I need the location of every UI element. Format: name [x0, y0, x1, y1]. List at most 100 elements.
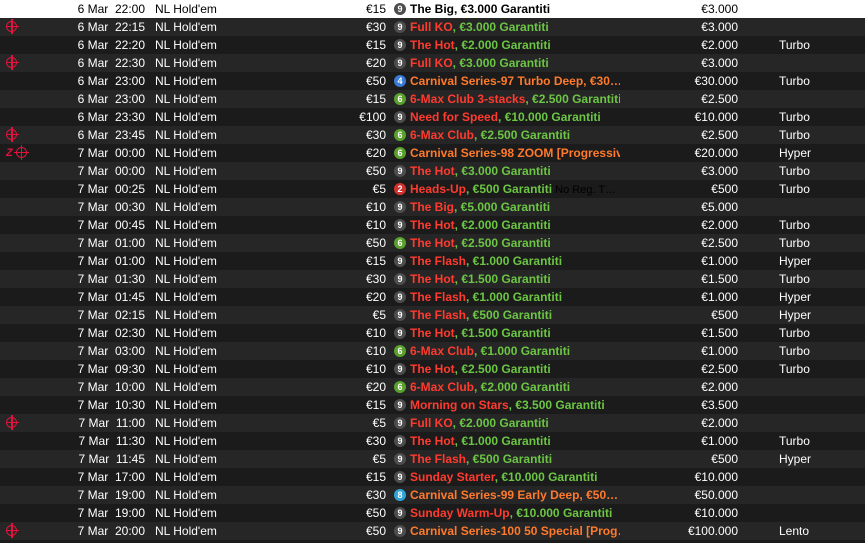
guarantee-text: , €3.000 Garantiti: [452, 56, 549, 70]
speed-type: Turbo: [779, 110, 810, 124]
start-datetime: 7 Mar 03:00: [77, 344, 145, 358]
tournament-name: The Flash, €1.000 Garantiti: [410, 252, 620, 270]
tournament-title: The Hot: [410, 326, 455, 340]
tournament-row[interactable]: 7 Mar 01:45 NL Hold'em €20 9 The Flash, €1.0…: [0, 288, 865, 306]
tournament-title: The Big: [410, 2, 454, 16]
guarantee-text: , €3.000 Garantiti: [454, 2, 551, 16]
speed-type: Turbo: [779, 182, 810, 196]
tournament-name: 6-Max Club, €2.000 Garantiti: [410, 378, 620, 396]
tournament-title: The Flash: [410, 308, 467, 322]
game-type: NL Hold'em: [155, 74, 217, 88]
seats-badge: 9: [394, 453, 406, 465]
tournament-row[interactable]: 7 Mar 03:00 NL Hold'em €10 6 6-Max Club, €1.…: [0, 342, 865, 360]
game-type: NL Hold'em: [155, 488, 217, 502]
tournament-row[interactable]: 6 Mar 22:20 NL Hold'em €15 9 The Hot, €2.000…: [0, 36, 865, 54]
tournament-row[interactable]: 6 Mar 23:30 NL Hold'em €100 9 Need for Speed…: [0, 108, 865, 126]
game-type: NL Hold'em: [155, 398, 217, 412]
tournament-row[interactable]: 7 Mar 11:45 NL Hold'em €5 9 The Flash, €500 …: [0, 450, 865, 468]
tournament-row[interactable]: Z 7 Mar 00:00 NL Hold'em €20 6 Carnival Serie…: [0, 144, 865, 162]
tournament-name: The Big, €3.000 Garantiti: [410, 0, 620, 18]
tournament-row[interactable]: 6 Mar 22:00 NL Hold'em €15 9 The Big, €3.000…: [0, 0, 865, 18]
tournament-row[interactable]: 7 Mar 10:00 NL Hold'em €20 6 6-Max Club, €2.…: [0, 378, 865, 396]
buy-in: €20: [365, 56, 386, 70]
tournament-row[interactable]: 7 Mar 01:00 NL Hold'em €15 9 The Flash, €1.0…: [0, 252, 865, 270]
start-datetime: 7 Mar 19:00: [77, 488, 145, 502]
tournament-row[interactable]: 7 Mar 00:45 NL Hold'em €10 9 The Hot, €2.000…: [0, 216, 865, 234]
tournament-row[interactable]: 6 Mar 22:30 NL Hold'em €20 9 Full KO, €3.000…: [0, 54, 865, 72]
tournament-row[interactable]: 7 Mar 00:25 NL Hold'em €5 2 Heads-Up, €500 G…: [0, 180, 865, 198]
speed-type: Turbo: [779, 38, 810, 52]
tournament-row[interactable]: 6 Mar 23:45 NL Hold'em €30 6 6-Max Club, €2.…: [0, 126, 865, 144]
seats-badge: 6: [394, 93, 406, 105]
prize-pool: €3.000: [701, 56, 738, 70]
seats-badge: 9: [394, 39, 406, 51]
tournament-title: Heads-Up: [410, 182, 467, 196]
tournament-row[interactable]: 7 Mar 09:30 NL Hold'em €10 9 The Hot, €2.500…: [0, 360, 865, 378]
guarantee-text: , €1.000 Garantiti: [466, 254, 563, 268]
game-type: NL Hold'em: [155, 218, 217, 232]
tournament-row[interactable]: 6 Mar 22:15 NL Hold'em €30 9 Full KO, €3.000…: [0, 18, 865, 36]
tournament-row[interactable]: 7 Mar 11:30 NL Hold'em €30 9 The Hot, €1.000…: [0, 432, 865, 450]
tournament-row[interactable]: 7 Mar 19:00 NL Hold'em €50 9 Sunday Warm-Up,…: [0, 504, 865, 522]
speed-type: Turbo: [779, 236, 810, 250]
seats-badge: 9: [394, 309, 406, 321]
tournament-title: Full KO: [410, 20, 453, 34]
guarantee-text: , €2.000 Garantiti: [474, 380, 571, 394]
tournament-row[interactable]: 7 Mar 01:30 NL Hold'em €30 9 The Hot, €1.500…: [0, 270, 865, 288]
start-datetime: 7 Mar 02:15: [77, 308, 145, 322]
start-datetime: 6 Mar 22:15: [77, 20, 145, 34]
start-datetime: 7 Mar 00:00: [77, 164, 145, 178]
tournament-name: 6-Max Club 3-stacks, €2.500 Garantiti: [410, 90, 620, 108]
guarantee-text: , €1.500 Garantiti: [454, 326, 551, 340]
tournament-row[interactable]: 6 Mar 23:00 NL Hold'em €50 4 Carnival Series…: [0, 72, 865, 90]
tournament-row[interactable]: 6 Mar 23:00 NL Hold'em €15 6 6-Max Club 3-st…: [0, 90, 865, 108]
tournament-name: Full KO, €2.000 Garantiti: [410, 414, 620, 432]
speed-type: Turbo: [779, 344, 810, 358]
seats-badge: 9: [394, 327, 406, 339]
tournament-row[interactable]: 7 Mar 02:15 NL Hold'em €5 9 The Flash, €500 …: [0, 306, 865, 324]
guarantee-text: , €500 Garantiti: [466, 308, 553, 322]
seats-badge: 9: [394, 399, 406, 411]
tournament-row[interactable]: 7 Mar 00:30 NL Hold'em €10 9 The Big, €5.000…: [0, 198, 865, 216]
buy-in: €10: [365, 218, 386, 232]
tournament-name: Full KO, €3.000 Garantiti: [410, 18, 620, 36]
start-datetime: 7 Mar 01:30: [77, 272, 145, 286]
game-type: NL Hold'em: [155, 182, 217, 196]
prize-pool: €2.500: [701, 362, 738, 376]
tournament-row[interactable]: 7 Mar 10:30 NL Hold'em €15 9 Morning on Star…: [0, 396, 865, 414]
guarantee-text: , €2.500 Garantiti: [474, 128, 571, 142]
guarantee-text: , €500 Garantiti: [466, 452, 553, 466]
speed-type: Turbo: [779, 272, 810, 286]
guarantee-text: , €3.000 Garantiti: [454, 164, 551, 178]
guarantee-text: , €2.000 Garantiti: [454, 38, 551, 52]
tournament-title: Carnival Series-99 Early Deep, €50…: [410, 488, 619, 502]
tournament-name: The Big, €5.000 Garantiti: [410, 198, 620, 216]
tournament-row[interactable]: 7 Mar 11:00 NL Hold'em €5 9 Full KO, €2.000 …: [0, 414, 865, 432]
prize-pool: €3.000: [701, 164, 738, 178]
game-type: NL Hold'em: [155, 380, 217, 394]
tournament-title: 6-Max Club 3-stacks: [410, 92, 526, 106]
seats-badge: 8: [394, 489, 406, 501]
tournament-row[interactable]: 7 Mar 17:00 NL Hold'em €15 9 Sunday Starter,…: [0, 468, 865, 486]
tournament-row[interactable]: 7 Mar 00:00 NL Hold'em €50 9 The Hot, €3.000…: [0, 162, 865, 180]
seats-badge: 9: [394, 165, 406, 177]
prize-pool: €3.000: [701, 20, 738, 34]
tournament-title: Carnival Series-98 ZOOM [Progressive…: [410, 146, 620, 160]
tournament-row[interactable]: 7 Mar 02:30 NL Hold'em €10 9 The Hot, €1.500…: [0, 324, 865, 342]
buy-in: €10: [365, 362, 386, 376]
start-datetime: 7 Mar 00:00: [77, 146, 145, 160]
tournament-title: Sunday Starter: [410, 470, 495, 484]
tournament-title: Morning on Stars: [410, 398, 509, 412]
prize-pool: €3.000: [701, 2, 738, 16]
tournament-row[interactable]: 7 Mar 01:00 NL Hold'em €50 6 The Hot, €2.500…: [0, 234, 865, 252]
prize-pool: €2.000: [701, 416, 738, 430]
tournament-row[interactable]: 7 Mar 19:00 NL Hold'em €30 8 Carnival Series…: [0, 486, 865, 504]
tournament-row[interactable]: 7 Mar 20:00 NL Hold'em €50 9 Carnival Series…: [0, 522, 865, 540]
seats-badge: 9: [394, 291, 406, 303]
guarantee-text: , €1.000 Garantiti: [454, 434, 551, 448]
game-type: NL Hold'em: [155, 200, 217, 214]
start-datetime: 6 Mar 22:00: [77, 2, 145, 16]
prize-pool: €1.000: [701, 344, 738, 358]
game-type: NL Hold'em: [155, 506, 217, 520]
tournament-name: The Hot, €2.500 Garantiti: [410, 360, 620, 378]
